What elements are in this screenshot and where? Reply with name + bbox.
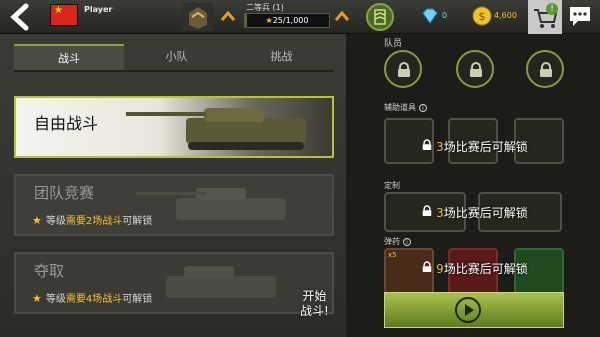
mode-title: 自由战斗 bbox=[34, 114, 99, 133]
info-icon[interactable]: i bbox=[403, 238, 411, 246]
mode-capture[interactable]: 夺取 ★ 等级需要4场战斗可解锁 bbox=[14, 252, 334, 314]
loadout-panel: 队员 辅助道具 i 3场比赛后可解锁 定制 3场比赛后可解锁 弹药 i x5 9场比… bbox=[350, 34, 600, 337]
custom-label: 定制 bbox=[384, 181, 400, 190]
xp-star-icon: ★ bbox=[265, 16, 273, 25]
mode-tabs: 战斗 小队 挑战 bbox=[14, 44, 334, 70]
chevron-up-icon bbox=[334, 10, 350, 21]
chat-icon[interactable] bbox=[566, 3, 594, 29]
star-icon: ★ bbox=[32, 292, 42, 305]
play-icon bbox=[455, 297, 481, 323]
rank-insignia-icon bbox=[183, 3, 213, 31]
padlock-icon bbox=[422, 261, 432, 272]
shop-notification-badge: ! bbox=[546, 3, 558, 15]
unlock-requirement: ★ 等级需要4场战斗可解锁 bbox=[32, 292, 153, 305]
tab-divider bbox=[14, 70, 334, 72]
mode-free-battle[interactable]: 自由战斗 bbox=[14, 96, 334, 158]
custom-lock-message: 3场比赛后可解锁 bbox=[350, 204, 600, 221]
tab-challenge[interactable]: 挑战 bbox=[229, 44, 334, 70]
ammo-lock-message: 9场比赛后可解锁 bbox=[350, 260, 600, 277]
padlock-icon bbox=[470, 62, 482, 77]
padlock-icon bbox=[540, 62, 552, 77]
padlock-icon bbox=[398, 62, 410, 77]
player-name: Player bbox=[84, 5, 113, 14]
crew-slot-locked[interactable] bbox=[456, 50, 494, 88]
tab-battle[interactable]: 战斗 bbox=[14, 44, 124, 70]
ammo-count-badge: x5 bbox=[388, 251, 397, 259]
mode-title: 夺取 bbox=[34, 262, 65, 280]
padlock-icon bbox=[422, 205, 432, 216]
coin-icon: $ bbox=[472, 6, 492, 26]
rank-progress: 二等兵 (1) ★25/1,000 bbox=[216, 0, 356, 34]
xp-bar: ★25/1,000 bbox=[244, 13, 330, 28]
unlock-requirement: ★ 等级需要2场战斗可解锁 bbox=[32, 214, 153, 227]
info-icon[interactable]: i bbox=[419, 104, 427, 112]
back-arrow-icon[interactable] bbox=[6, 3, 38, 31]
svg-text:$: $ bbox=[479, 10, 486, 23]
mode-panel: 战斗 小队 挑战 自由战斗 团队竞赛 ★ 等级需要2场战斗可解锁 夺取 ★ 等级… bbox=[0, 34, 346, 337]
crew-slot-locked[interactable] bbox=[384, 50, 422, 88]
chevron-up-icon bbox=[220, 10, 236, 21]
mode-team-match[interactable]: 团队竞赛 ★ 等级需要2场战斗可解锁 bbox=[14, 174, 334, 236]
diamond-icon bbox=[422, 8, 438, 24]
start-battle-button[interactable] bbox=[384, 292, 564, 328]
shopping-cart-button[interactable]: ! bbox=[528, 0, 562, 34]
diamond-count: 0 bbox=[442, 11, 448, 20]
mode-title: 团队竞赛 bbox=[34, 184, 95, 202]
start-battle-hint: 开始 战斗! bbox=[300, 289, 329, 318]
ammo-items-label: 弹药 i bbox=[384, 236, 411, 247]
star-icon: ★ bbox=[32, 214, 42, 227]
coin-count: 4,600 bbox=[494, 11, 517, 20]
rank-title: 二等兵 (1) bbox=[246, 3, 284, 12]
china-flag-icon: ★ bbox=[50, 4, 78, 26]
padlock-icon bbox=[422, 139, 432, 150]
aux-lock-message: 3场比赛后可解锁 bbox=[350, 138, 600, 155]
medal-icon[interactable] bbox=[364, 2, 396, 32]
tab-squad[interactable]: 小队 bbox=[124, 44, 229, 70]
crew-label: 队员 bbox=[384, 39, 403, 49]
xp-text: 25/1,000 bbox=[272, 16, 309, 25]
crew-slot-locked[interactable] bbox=[526, 50, 564, 88]
aux-items-label: 辅助道具 i bbox=[384, 102, 427, 113]
top-bar: ★ Player 二等兵 (1) ★25/1,000 0 $ 4,600 ! bbox=[0, 0, 600, 34]
